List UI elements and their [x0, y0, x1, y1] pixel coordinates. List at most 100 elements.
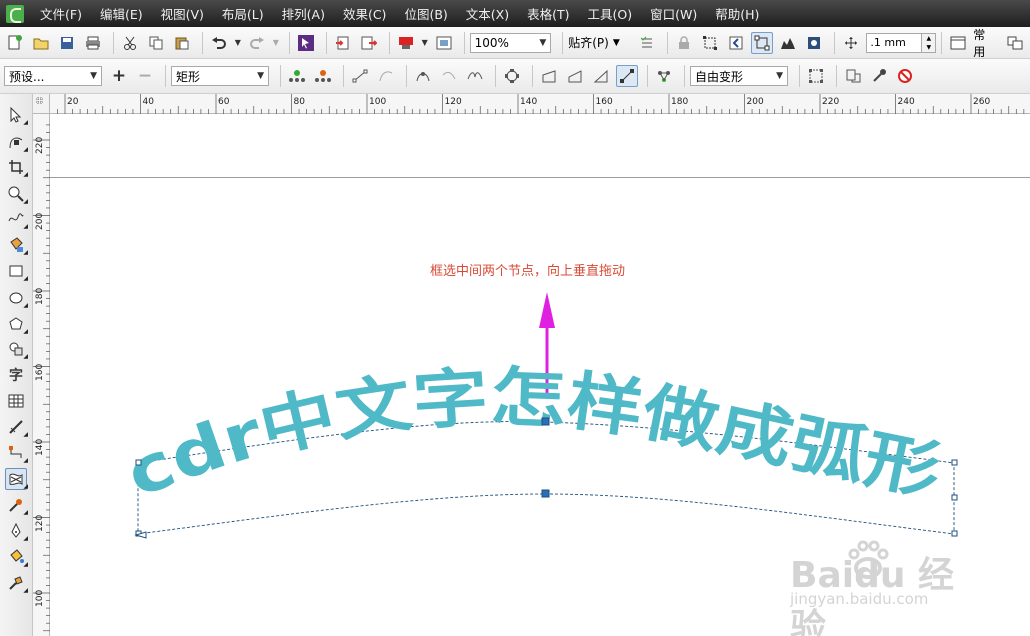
snap-to-dropdown[interactable]: 贴齐(P) ▼: [568, 34, 630, 51]
text-tool-icon[interactable]: 字: [5, 364, 27, 386]
envelope-node[interactable]: [951, 494, 958, 501]
menu-tools[interactable]: 工具(O): [588, 4, 633, 23]
transform-icon[interactable]: [699, 32, 721, 54]
nudge-distance-field[interactable]: .1 mm: [866, 32, 923, 53]
horizontal-ruler[interactable]: 20 40 60 80 100 120 140 160 180 200 220 240 260: [50, 94, 1030, 114]
undo-dropdown-icon[interactable]: ▼: [234, 32, 242, 54]
workspace-icon[interactable]: [947, 32, 969, 54]
extract-subpath-icon[interactable]: [653, 65, 675, 87]
export-icon[interactable]: [358, 32, 380, 54]
lock-object-icon[interactable]: [673, 32, 695, 54]
save-icon[interactable]: [56, 32, 78, 54]
stretch-scale-nodes-icon[interactable]: [616, 65, 638, 87]
chevron-down-icon: ▼: [257, 71, 264, 81]
workspace-label[interactable]: 常用: [973, 26, 996, 60]
smart-fill-tool-icon[interactable]: ◢: [5, 234, 28, 256]
envelope-node[interactable]: [135, 459, 142, 466]
freehand-tool-icon[interactable]: ◢: [5, 208, 28, 230]
arched-text-object[interactable]: cdr中文字怎样做成弧形: [117, 361, 947, 513]
spin-down-icon[interactable]: ▼: [922, 43, 935, 52]
menu-table[interactable]: 表格(T): [527, 4, 569, 23]
basic-shapes-tool-icon[interactable]: ◢: [5, 338, 28, 360]
menu-arrange[interactable]: 排列(A): [282, 4, 325, 23]
symmetrical-node-icon[interactable]: [538, 65, 560, 87]
select-all-nodes-icon[interactable]: [805, 65, 827, 87]
break-curve-icon[interactable]: [375, 65, 397, 87]
search-content-icon[interactable]: [295, 32, 317, 54]
redo-dropdown-icon[interactable]: ▼: [272, 32, 280, 54]
nudge-distance-stepper[interactable]: .1 mm ▲ ▼: [866, 32, 937, 53]
envelope-tool-icon[interactable]: ◢: [5, 468, 28, 490]
crop-tool-icon[interactable]: ◢: [5, 156, 28, 178]
convert-to-curve-icon[interactable]: [412, 65, 434, 87]
reflect-nodes-icon[interactable]: [842, 65, 864, 87]
histogram-icon[interactable]: [777, 32, 799, 54]
publish-pdf-icon[interactable]: [395, 32, 417, 54]
ruler-origin-corner[interactable]: [33, 94, 50, 114]
menu-edit[interactable]: 编辑(E): [100, 4, 143, 23]
zoom-level-select[interactable]: 100% ▼: [469, 32, 552, 53]
join-nodes-icon[interactable]: [349, 65, 371, 87]
preset-select[interactable]: 预设... ▼: [4, 66, 102, 86]
delete-node-icon[interactable]: [312, 65, 334, 87]
ellipse-tool-icon[interactable]: ◢: [5, 287, 28, 309]
open-folder-icon[interactable]: [30, 32, 52, 54]
publish-dropdown-icon[interactable]: ▼: [421, 32, 429, 54]
import-icon[interactable]: [332, 32, 354, 54]
reverse-direction-icon[interactable]: [564, 65, 586, 87]
cusp-node-icon[interactable]: [464, 65, 486, 87]
no-fill-icon[interactable]: [894, 65, 916, 87]
application-launcher-icon[interactable]: [1004, 32, 1026, 54]
copy-icon[interactable]: [145, 32, 167, 54]
menu-layout[interactable]: 布局(L): [222, 4, 264, 23]
undo-icon[interactable]: [208, 32, 230, 54]
dimension-tool-icon[interactable]: ◢: [5, 416, 28, 438]
pick-tool-icon[interactable]: ◢: [5, 104, 28, 126]
eyedropper-icon[interactable]: [868, 65, 890, 87]
fill-tool-icon[interactable]: ◢: [5, 546, 28, 568]
menu-bitmaps[interactable]: 位图(B): [404, 4, 447, 23]
menu-effects[interactable]: 效果(C): [343, 4, 386, 23]
preset-value: 预设...: [9, 69, 45, 84]
toolbar-separator: [113, 31, 114, 54]
snap-options-icon[interactable]: [636, 32, 658, 54]
to-front-icon[interactable]: [725, 32, 747, 54]
color-proof-icon[interactable]: [803, 32, 825, 54]
selection-mode-select[interactable]: 矩形 ▼: [171, 66, 269, 86]
outline-pen-tool-icon[interactable]: ◢: [5, 520, 28, 542]
table-tool-icon[interactable]: [5, 390, 27, 412]
menu-text[interactable]: 文本(X): [466, 4, 509, 23]
nudge-spinner[interactable]: ▲ ▼: [922, 32, 937, 53]
new-document-icon[interactable]: [4, 32, 26, 54]
smooth-node-icon[interactable]: [501, 65, 523, 87]
cut-icon[interactable]: [119, 32, 141, 54]
polygon-tool-icon[interactable]: ◢: [5, 313, 28, 335]
zoom-tool-icon[interactable]: ◢: [5, 183, 28, 205]
convert-to-line-icon[interactable]: [438, 65, 460, 87]
interactive-fill-tool-icon[interactable]: ◢: [5, 572, 28, 594]
extend-curve-icon[interactable]: [590, 65, 612, 87]
print-icon[interactable]: [82, 32, 104, 54]
shape-tool-icon[interactable]: ◢: [5, 131, 28, 153]
envelope-node[interactable]: [951, 459, 958, 466]
remove-preset-icon[interactable]: −: [134, 65, 156, 87]
spin-up-icon[interactable]: ▲: [922, 34, 935, 43]
full-screen-preview-icon[interactable]: [433, 32, 455, 54]
redo-icon[interactable]: [246, 32, 268, 54]
drawing-canvas[interactable]: 框选中间两个节点，向上垂直拖动 cdr中文字怎样做成弧形 Baidu 经验 ji…: [50, 114, 1030, 636]
selected-node-bottom[interactable]: [541, 489, 550, 498]
menu-view[interactable]: 视图(V): [161, 4, 204, 23]
menu-help[interactable]: 帮助(H): [715, 4, 759, 23]
transform-mode-select[interactable]: 自由变形 ▼: [690, 66, 788, 86]
connector-tool-icon[interactable]: ◢: [5, 442, 28, 464]
add-node-icon[interactable]: [286, 65, 308, 87]
add-preset-icon[interactable]: +: [108, 65, 130, 87]
selected-node-top[interactable]: [541, 417, 550, 426]
paste-icon[interactable]: [171, 32, 193, 54]
rectangle-tool-icon[interactable]: ◢: [5, 260, 28, 282]
eyedropper-tool-icon[interactable]: ◢: [5, 494, 28, 516]
vertical-ruler[interactable]: 220 200 180 160 140 120 100: [33, 114, 50, 636]
menu-window[interactable]: 窗口(W): [650, 4, 697, 23]
menu-file[interactable]: 文件(F): [40, 4, 82, 23]
bounding-box-icon[interactable]: [751, 31, 774, 54]
